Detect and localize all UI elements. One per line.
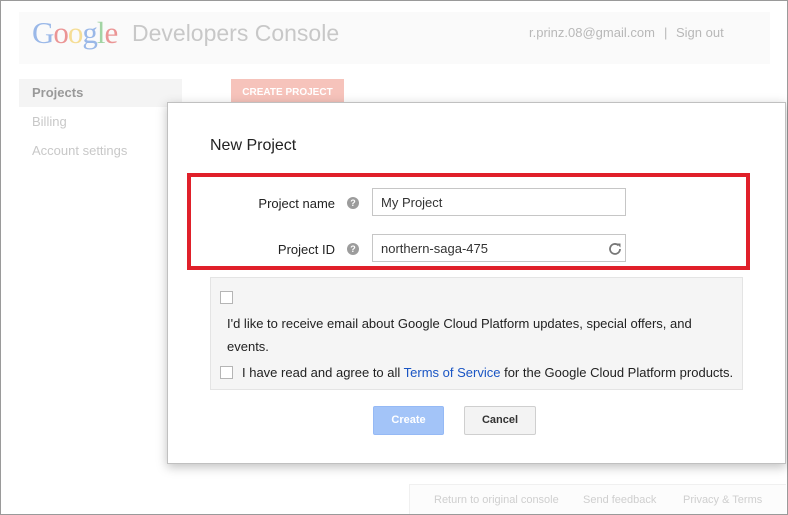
- project-id-label: Project ID: [277, 242, 335, 257]
- new-project-dialog: New Project Project name ? Project ID ? …: [167, 102, 786, 464]
- project-id-input[interactable]: [372, 234, 626, 262]
- email-opt-in-label: I'd like to receive email about Google C…: [227, 316, 692, 331]
- product-name: Developers Console: [132, 20, 340, 46]
- create-button[interactable]: Create: [373, 406, 444, 435]
- footer-link-send-feedback[interactable]: Send feedback: [583, 494, 656, 506]
- user-email[interactable]: r.prinz.08@gmail.com: [529, 25, 655, 40]
- footer: Return to original console Send feedback…: [409, 484, 786, 514]
- help-icon[interactable]: ?: [347, 243, 359, 255]
- cancel-button[interactable]: Cancel: [464, 406, 536, 435]
- header-separator: |: [664, 25, 668, 40]
- help-icon[interactable]: ?: [347, 197, 359, 209]
- footer-link-original-console[interactable]: Return to original console: [434, 494, 559, 506]
- dialog-title: New Project: [210, 137, 297, 154]
- tos-suffix: for the Google Cloud Platform products.: [500, 365, 734, 380]
- refresh-icon[interactable]: [607, 241, 623, 257]
- google-logo: Google: [32, 15, 118, 50]
- sidebar-item-projects[interactable]: Projects: [19, 79, 182, 107]
- project-name-input[interactable]: [372, 188, 626, 216]
- sign-out-link[interactable]: Sign out: [676, 25, 724, 40]
- tos-label: I have read and agree to all Terms of Se…: [242, 361, 733, 384]
- sidebar-item-billing[interactable]: Billing: [19, 108, 182, 136]
- terms-of-service-link[interactable]: Terms of Service: [404, 365, 501, 380]
- tos-checkbox[interactable]: [220, 366, 233, 379]
- email-opt-in-checkbox[interactable]: [220, 291, 233, 304]
- email-opt-in-label-continued: events.: [227, 339, 269, 354]
- footer-link-privacy-terms[interactable]: Privacy & Terms: [683, 494, 762, 506]
- options-panel: I'd like to receive email about Google C…: [210, 277, 743, 390]
- project-name-label: Project name: [258, 196, 335, 211]
- sidebar-item-account-settings[interactable]: Account settings: [19, 137, 182, 165]
- tos-prefix: I have read and agree to all: [242, 365, 404, 380]
